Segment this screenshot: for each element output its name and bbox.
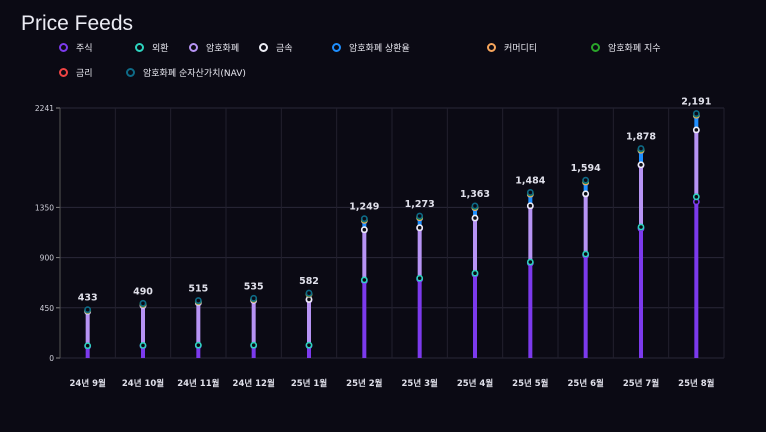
data-point xyxy=(360,226,368,234)
data-point xyxy=(250,341,258,349)
x-tick-label: 25년 7월 xyxy=(623,378,660,389)
data-point xyxy=(194,297,202,304)
data-point xyxy=(84,306,92,314)
data-point xyxy=(582,176,590,184)
y-tick-label: 900 xyxy=(40,254,55,263)
data-point xyxy=(250,294,258,302)
x-tick-label: 25년 1월 xyxy=(291,378,328,389)
bar-segment xyxy=(639,228,643,358)
y-tick-label: 450 xyxy=(40,304,55,313)
total-label: 433 xyxy=(78,293,98,304)
y-tick-label: 2241 xyxy=(35,104,54,113)
x-tick-label: 24년 9월 xyxy=(69,378,106,389)
total-label: 582 xyxy=(299,276,319,287)
total-label: 1,484 xyxy=(515,175,545,186)
data-point xyxy=(692,193,700,201)
bar-segment xyxy=(639,165,643,228)
bar-segment xyxy=(251,300,256,346)
bar-segment xyxy=(583,255,588,358)
bar-segment xyxy=(694,130,699,197)
bar-segment xyxy=(473,218,477,274)
x-tick-label: 25년 4월 xyxy=(457,378,494,389)
data-point xyxy=(139,341,147,349)
bar-segment xyxy=(583,194,588,255)
data-point xyxy=(526,189,534,196)
bar-segment xyxy=(307,299,311,346)
total-label: 515 xyxy=(188,284,208,295)
data-point xyxy=(305,341,313,349)
bar-segment xyxy=(528,263,533,358)
data-point xyxy=(692,126,700,134)
total-label: 535 xyxy=(244,281,264,292)
data-point xyxy=(471,214,479,222)
data-point xyxy=(582,190,590,198)
data-point xyxy=(637,223,645,231)
x-tick-label: 25년 6월 xyxy=(567,378,604,389)
x-tick-label: 24년 11월 xyxy=(177,378,219,389)
total-label: 1,249 xyxy=(349,202,379,213)
data-point xyxy=(471,269,479,277)
x-tick-label: 25년 3월 xyxy=(401,378,438,389)
data-point xyxy=(416,274,424,282)
data-point xyxy=(637,161,645,169)
x-tick-label: 25년 8월 xyxy=(678,378,715,389)
data-point xyxy=(139,299,147,307)
total-label: 1,363 xyxy=(460,189,490,200)
bar-segment xyxy=(141,305,145,346)
stacked-bar-chart: 0 450 900 1350 2241 433 24년 9월 490 24년 10월 515 24년… xyxy=(35,97,725,389)
data-point xyxy=(305,289,313,297)
y-tick-label: 1350 xyxy=(35,203,54,212)
data-point xyxy=(526,258,534,266)
bar-segment xyxy=(362,230,367,280)
bar-segment xyxy=(85,311,90,346)
data-point xyxy=(416,212,424,220)
data-point xyxy=(637,145,645,152)
y-tick-label: 0 xyxy=(49,354,54,363)
bar-segment xyxy=(362,281,367,358)
x-tick-label: 24년 10월 xyxy=(122,378,164,389)
total-label: 1,594 xyxy=(571,163,601,174)
bar-segment xyxy=(694,201,699,358)
bar-segment xyxy=(473,274,477,358)
data-point xyxy=(360,215,368,223)
x-tick-label: 25년 5월 xyxy=(512,378,549,389)
bar-segment xyxy=(528,206,533,263)
x-tick-label: 25년 2월 xyxy=(346,378,383,389)
total-label: 1,878 xyxy=(626,131,656,142)
bar-segment xyxy=(196,303,201,346)
data-point xyxy=(582,250,590,258)
total-label: 2,191 xyxy=(681,97,711,108)
bar-segment xyxy=(417,279,422,358)
x-tick-label: 24년 12월 xyxy=(233,378,275,389)
bar-segment xyxy=(417,228,422,279)
data-point xyxy=(526,202,534,210)
data-point xyxy=(416,224,424,232)
data-point xyxy=(692,110,700,117)
data-point xyxy=(194,341,202,349)
data-point xyxy=(471,202,479,210)
total-label: 1,273 xyxy=(405,199,435,210)
total-label: 490 xyxy=(133,286,153,297)
data-point xyxy=(360,276,368,284)
data-point xyxy=(84,342,92,350)
